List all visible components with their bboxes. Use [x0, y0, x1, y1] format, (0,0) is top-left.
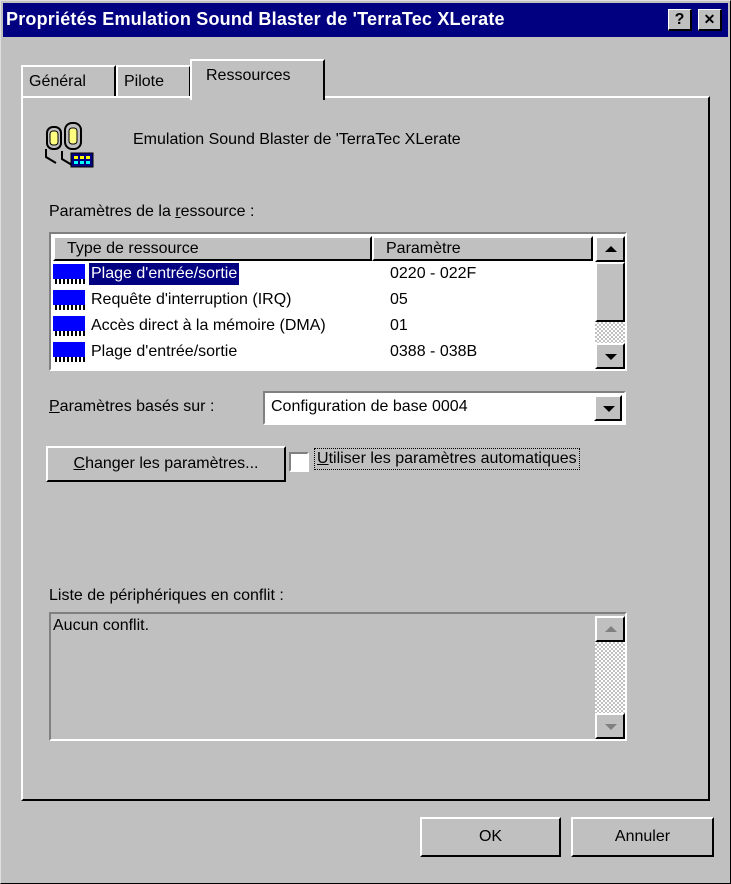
tab-resources[interactable]: Ressources	[190, 59, 325, 100]
resource-setting: 0388 - 038B	[390, 343, 478, 360]
tab-driver[interactable]: Pilote	[116, 65, 191, 98]
conflicts-label: Liste de périphériques en conflit :	[49, 587, 284, 604]
conflicts-text: Aucun conflit.	[53, 617, 150, 634]
conflicts-scrollbar[interactable]	[595, 616, 625, 739]
resource-icon	[53, 290, 85, 310]
device-name: Emulation Sound Blaster de 'TerraTec XLe…	[133, 131, 461, 148]
resource-row[interactable]: Plage d'entrée/sortie 0220 - 022F	[53, 261, 593, 287]
scroll-up-button[interactable]	[595, 616, 625, 642]
tab-general-label: Général	[29, 73, 86, 90]
tab-driver-label: Pilote	[124, 73, 165, 90]
chevron-down-icon	[603, 406, 615, 412]
resource-row[interactable]: Accès direct à la mémoire (DMA) 01	[53, 313, 593, 339]
resource-list[interactable]: Type de ressource Paramètre Plage d'entr…	[49, 232, 627, 371]
arrow-up-icon	[605, 246, 617, 252]
auto-settings-checkbox[interactable]	[289, 452, 309, 472]
resource-list-scrollbar[interactable]	[595, 236, 625, 369]
configuration-value: Configuration de base 0004	[271, 398, 468, 415]
sound-device-icon	[44, 119, 96, 171]
resource-setting: 05	[390, 291, 408, 308]
resource-type: Accès direct à la mémoire (DMA)	[91, 317, 326, 334]
resource-row[interactable]: Plage d'entrée/sortie 0388 - 038B	[53, 339, 593, 365]
resource-row[interactable]: Requête d'interruption (IRQ) 05	[53, 287, 593, 313]
auto-settings-label[interactable]: Utiliser les paramètres automatiques	[314, 448, 580, 470]
resource-icon	[53, 342, 85, 362]
arrow-up-icon	[605, 626, 617, 632]
dropdown-button[interactable]	[594, 395, 622, 421]
resource-type: Plage d'entrée/sortie	[91, 343, 238, 360]
arrow-down-icon	[605, 354, 617, 360]
properties-dialog: Propriétés Emulation Sound Blaster de 'T…	[0, 0, 731, 884]
based-on-label: Paramètres basés sur :	[49, 398, 215, 415]
ok-button[interactable]: OK	[420, 817, 561, 857]
resource-settings-label: Paramètres de la ressource :	[49, 203, 255, 220]
resource-icon	[53, 264, 85, 284]
resource-type: Plage d'entrée/sortie	[89, 263, 240, 285]
resource-setting: 0220 - 022F	[390, 265, 477, 282]
cancel-button[interactable]: Annuler	[571, 817, 714, 857]
tab-general[interactable]: Général	[21, 65, 116, 98]
conflicts-box[interactable]: Aucun conflit.	[49, 612, 627, 741]
resource-setting: 01	[390, 317, 408, 334]
arrow-down-icon	[605, 724, 617, 730]
window-title: Propriétés Emulation Sound Blaster de 'T…	[6, 9, 505, 29]
column-header-type[interactable]: Type de ressource	[53, 236, 372, 261]
change-settings-button[interactable]: Changer les paramètres...	[46, 446, 286, 482]
resource-type: Requête d'interruption (IRQ)	[91, 291, 292, 308]
scroll-thumb[interactable]	[595, 262, 625, 322]
close-button[interactable]: ✕	[698, 9, 722, 31]
help-button[interactable]: ?	[668, 9, 692, 31]
scroll-down-button[interactable]	[595, 343, 625, 369]
resource-icon	[53, 316, 85, 336]
title-bar[interactable]: Propriétés Emulation Sound Blaster de 'T…	[3, 3, 728, 37]
scroll-down-button[interactable]	[595, 713, 625, 739]
scroll-up-button[interactable]	[595, 236, 625, 262]
tab-resources-label: Ressources	[206, 67, 291, 84]
configuration-select[interactable]: Configuration de base 0004	[263, 391, 626, 425]
column-header-setting[interactable]: Paramètre	[372, 236, 593, 261]
